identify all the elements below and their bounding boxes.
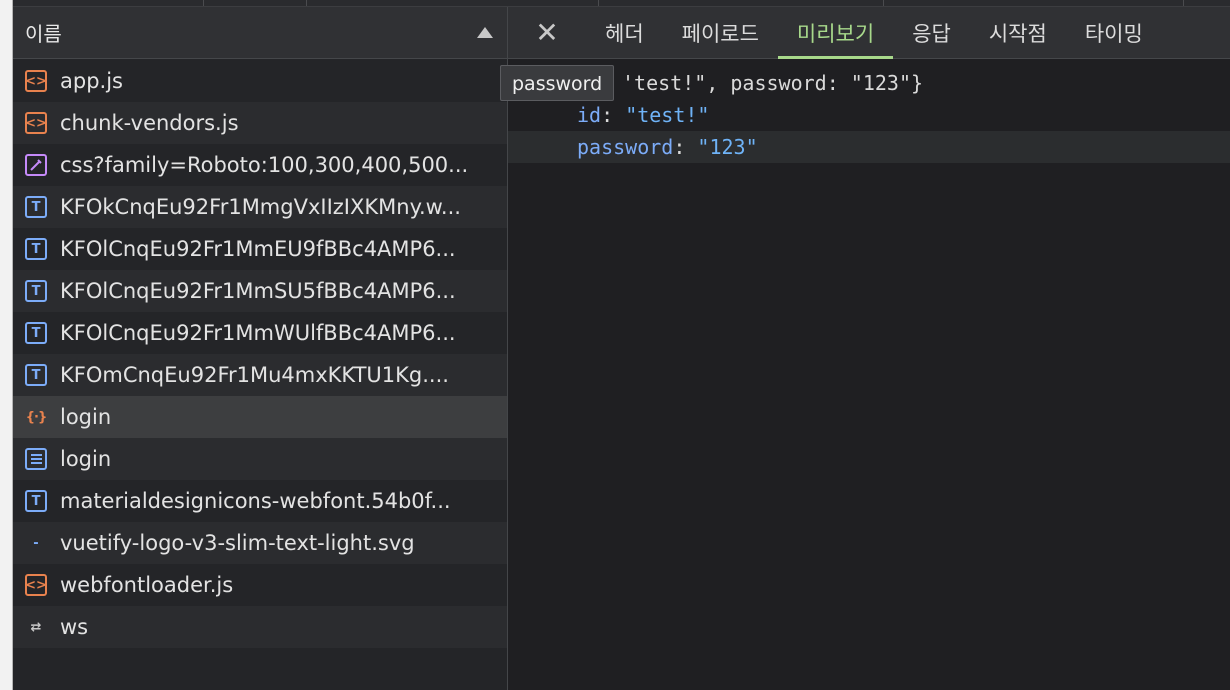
font-icon: T: [25, 490, 47, 512]
request-name: vuetify-logo-v3-slim-text-light.svg: [60, 531, 415, 555]
font-icon: T: [25, 280, 47, 302]
tooltip: password: [500, 65, 615, 101]
script-icon: <>: [25, 70, 47, 92]
request-row-font[interactable]: T KFOlCnqEu92Fr1MmEU9fBBc4AMP6...: [13, 228, 507, 270]
request-row-font[interactable]: T KFOlCnqEu92Fr1MmWUlfBBc4AMP6...: [13, 312, 507, 354]
property-key: password: [577, 135, 674, 159]
request-name: materialdesignicons-webfont.54b0f...: [60, 489, 451, 513]
request-row-css-roboto[interactable]: css?family=Roboto:100,300,400,500...: [13, 144, 507, 186]
request-name: login: [60, 405, 112, 429]
request-row-app-js[interactable]: <> app.js: [13, 60, 507, 102]
font-icon: T: [25, 322, 47, 344]
stylesheet-icon: [25, 154, 47, 176]
request-name: KFOlCnqEu92Fr1MmSU5fBBc4AMP6...: [60, 279, 456, 303]
request-rows: <> app.js <> chunk-vendors.js css?family…: [13, 60, 507, 648]
font-icon: T: [25, 238, 47, 260]
request-row-login-fetch[interactable]: {·} login: [13, 396, 507, 438]
script-icon: <>: [25, 112, 47, 134]
window-edge: [0, 0, 13, 690]
request-detail-panel: ✕ 헤더 페이로드 미리보기 응답 시작점 타이밍 'test!", passw…: [508, 7, 1230, 690]
script-icon: <>: [25, 574, 47, 596]
strip-divider: [203, 0, 204, 6]
name-column-header[interactable]: 이름: [13, 7, 507, 59]
preview-property-password[interactable]: password: "123": [508, 131, 1230, 163]
fetch-icon: {·}: [25, 409, 47, 425]
request-name: css?family=Roboto:100,300,400,500...: [60, 153, 469, 177]
svg-image-icon: -: [33, 535, 39, 551]
request-name: KFOmCnqEu92Fr1Mu4mxKKTU1Kg....: [60, 363, 449, 387]
request-name: KFOlCnqEu92Fr1MmWUlfBBc4AMP6...: [60, 321, 456, 345]
request-name: chunk-vendors.js: [60, 111, 239, 135]
strip-divider: [598, 0, 599, 6]
websocket-icon: ⇄: [30, 619, 42, 635]
request-name: webfontloader.js: [60, 573, 234, 597]
tab-response[interactable]: 응답: [893, 7, 970, 58]
strip-divider: [306, 0, 307, 6]
preview-property-id[interactable]: id: "test!": [508, 99, 1230, 131]
request-name: login: [60, 447, 112, 471]
request-row-chunk-vendors[interactable]: <> chunk-vendors.js: [13, 102, 507, 144]
tab-timing[interactable]: 타이밍: [1066, 7, 1162, 58]
tab-headers[interactable]: 헤더: [586, 7, 663, 58]
property-value: "123": [697, 135, 758, 159]
top-toolbar-strip: [0, 0, 1230, 7]
font-icon: T: [25, 364, 47, 386]
request-row-font[interactable]: T materialdesignicons-webfont.54b0f...: [13, 480, 507, 522]
request-row-font[interactable]: T KFOkCnqEu92Fr1MmgVxIIzIXKMny.w...: [13, 186, 507, 228]
request-name: ws: [60, 615, 89, 639]
request-name: app.js: [60, 69, 123, 93]
close-icon[interactable]: ✕: [508, 7, 586, 58]
request-list-panel: 이름 <> app.js <> chunk-vendors.js css?fam…: [13, 7, 508, 690]
request-name: KFOlCnqEu92Fr1MmEU9fBBc4AMP6...: [60, 237, 456, 261]
tab-payload[interactable]: 페이로드: [663, 7, 778, 58]
property-value: "test!": [625, 103, 710, 127]
tab-preview[interactable]: 미리보기: [777, 7, 894, 59]
request-row-font[interactable]: T KFOmCnqEu92Fr1Mu4mxKKTU1Kg....: [13, 354, 507, 396]
name-column-label: 이름: [25, 22, 62, 46]
strip-divider: [883, 0, 884, 6]
request-row-ws[interactable]: ⇄ ws: [13, 606, 507, 648]
strip-divider: [1183, 0, 1184, 6]
request-row-webfontloader[interactable]: <> webfontloader.js: [13, 564, 507, 606]
property-key: id: [577, 103, 602, 127]
font-icon: T: [25, 196, 47, 218]
request-name: KFOkCnqEu92Fr1MmgVxIIzIXKMny.w...: [60, 195, 461, 219]
sort-ascending-icon[interactable]: [477, 27, 493, 38]
json-preview: 'test!", password: "123"} id: "test!" pa…: [508, 67, 1230, 163]
preview-summary[interactable]: 'test!", password: "123"}: [508, 67, 1230, 99]
request-row-font[interactable]: T KFOlCnqEu92Fr1MmSU5fBBc4AMP6...: [13, 270, 507, 312]
detail-tabbar: ✕ 헤더 페이로드 미리보기 응답 시작점 타이밍: [508, 7, 1230, 59]
tab-initiator[interactable]: 시작점: [970, 7, 1066, 58]
request-row-svg[interactable]: - vuetify-logo-v3-slim-text-light.svg: [13, 522, 507, 564]
request-row-login-document[interactable]: login: [13, 438, 507, 480]
document-icon: [25, 448, 47, 470]
